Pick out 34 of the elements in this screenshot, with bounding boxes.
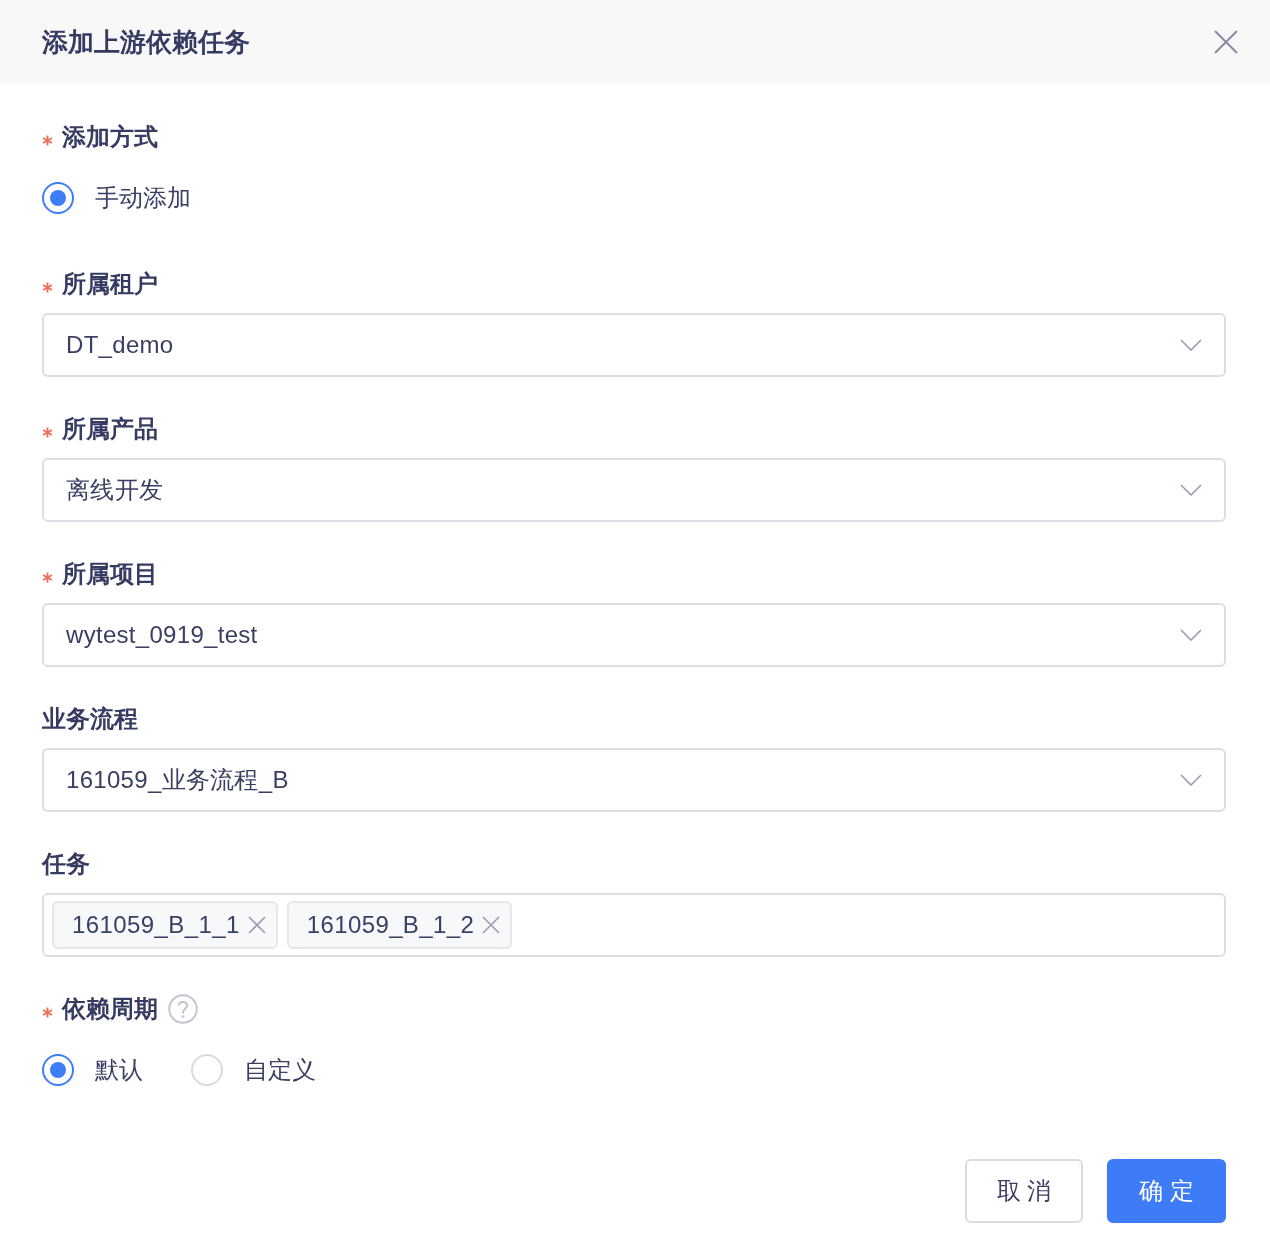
select-field[interactable]: wytest_0919_test [42,603,1226,667]
radio-label[interactable]: 默认 [95,1052,143,1088]
field-label: 所属租户 [62,269,158,299]
field-label: 添加方式 [62,122,158,152]
field-label: 依赖周期 [62,994,158,1024]
field-label: 任务 [42,849,90,879]
field-label: 所属项目 [62,559,158,589]
select-field[interactable]: 161059_业务流程_B [42,748,1226,812]
chevron-down-icon [1180,629,1202,641]
help-icon[interactable] [168,994,198,1024]
select-value: 161059_业务流程_B [66,765,289,795]
select-value: 离线开发 [66,475,164,505]
select-value: wytest_0919_test [66,620,258,650]
multi-select-field[interactable]: 161059_B_1_1 161059_B_1_2 [42,893,1226,957]
tag-label: 161059_B_1_1 [72,910,240,940]
select-value: DT_demo [66,330,174,360]
close-icon[interactable] [482,916,501,934]
confirm-button[interactable]: 确 定 [1107,1159,1226,1223]
radio-button[interactable] [42,182,74,214]
radio-button[interactable] [42,1054,74,1086]
chevron-down-icon [1180,339,1202,351]
dialog-title: 添加上游依赖任务 [42,26,250,59]
select-field[interactable]: 离线开发 [42,458,1226,522]
close-icon[interactable] [1214,30,1238,54]
field-label: 所属产品 [62,414,158,444]
chevron-down-icon [1180,484,1202,496]
radio-label[interactable]: 手动添加 [95,180,191,216]
chevron-down-icon [1180,774,1202,786]
select-field[interactable]: DT_demo [42,313,1226,377]
radio-label[interactable]: 自定义 [244,1052,316,1088]
cancel-button[interactable]: 取 消 [965,1159,1083,1223]
close-icon[interactable] [247,916,266,934]
field-label: 业务流程 [42,704,138,734]
tag-label: 161059_B_1_2 [306,910,475,940]
